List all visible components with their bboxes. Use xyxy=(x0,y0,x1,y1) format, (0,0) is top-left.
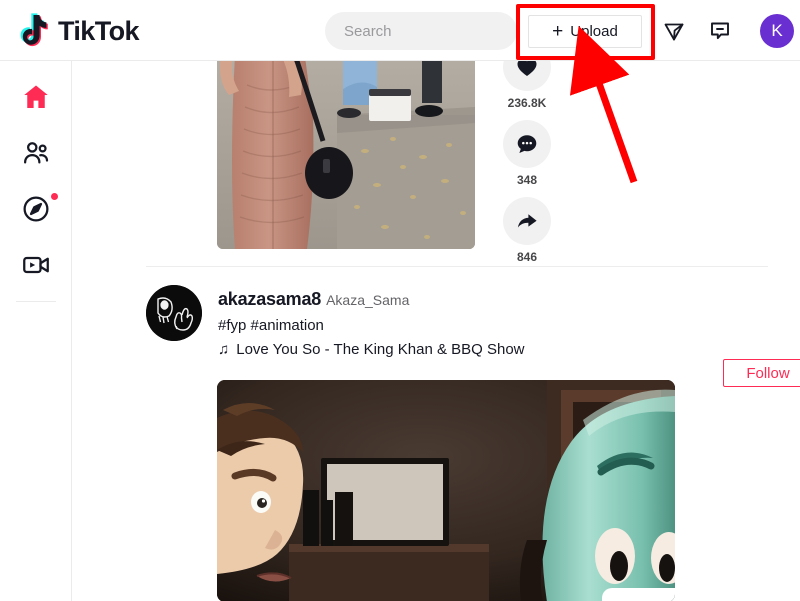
sidebar-item-for-you[interactable] xyxy=(0,73,72,121)
home-icon xyxy=(24,85,48,108)
post-caption[interactable]: #fyp #animation xyxy=(218,317,525,334)
user-avatar[interactable]: K xyxy=(760,14,794,48)
tiktok-web-app: TikTok + Upload K xyxy=(0,0,800,601)
like-action[interactable]: 236.8K xyxy=(497,61,557,110)
upload-button[interactable]: + Upload xyxy=(528,15,642,48)
post-1-actions: 236.8K 348 846 xyxy=(497,61,557,274)
tiktok-note-icon xyxy=(18,13,52,49)
compass-icon xyxy=(23,196,49,222)
plus-icon: + xyxy=(552,21,564,42)
follow-button[interactable]: Follow xyxy=(723,359,800,387)
upload-button-label: Upload xyxy=(570,23,618,40)
sidebar-item-explore[interactable] xyxy=(0,185,72,233)
message-icon[interactable] xyxy=(705,16,735,46)
post-music-row[interactable]: ♫ Love You So - The King Khan & BBQ Show xyxy=(218,341,525,358)
tiktok-logo-text: TikTok xyxy=(58,16,140,46)
people-icon xyxy=(24,142,49,164)
video-control-bar[interactable] xyxy=(602,588,675,601)
video-thumbnail-post-2[interactable] xyxy=(217,380,675,601)
comment-action[interactable]: 348 xyxy=(497,120,557,187)
share-icon[interactable] xyxy=(503,197,551,245)
feed-scrollbar[interactable] xyxy=(794,122,800,601)
post-divider xyxy=(146,266,768,267)
top-header: TikTok + Upload K xyxy=(0,0,800,61)
post-text-block: akazasama8 Akaza_Sama #fyp #animation ♫ L… xyxy=(218,289,525,358)
search-bar[interactable] xyxy=(325,12,517,50)
sidebar-item-following[interactable] xyxy=(0,129,72,177)
left-sidebar xyxy=(0,61,72,601)
live-video-icon xyxy=(23,256,49,274)
send-icon[interactable] xyxy=(659,16,689,46)
post-display-name: Akaza_Sama xyxy=(326,292,410,308)
share-action[interactable]: 846 xyxy=(497,197,557,264)
search-input[interactable] xyxy=(325,22,495,40)
tiktok-logo[interactable]: TikTok xyxy=(18,13,140,49)
heart-icon[interactable] xyxy=(503,61,551,91)
video-thumbnail-post-1[interactable] xyxy=(217,61,475,249)
like-count: 236.8K xyxy=(507,96,547,110)
comment-count: 348 xyxy=(516,173,538,187)
video-feed: 236.8K 348 846 akazasama8 Akaza_Sama #fy… xyxy=(72,61,800,601)
comment-icon[interactable] xyxy=(503,120,551,168)
sidebar-divider xyxy=(16,301,56,302)
post-username[interactable]: akazasama8 xyxy=(218,289,321,309)
post-music-title: Love You So - The King Khan & BBQ Show xyxy=(236,341,525,358)
post-author-line: akazasama8 Akaza_Sama xyxy=(218,289,525,310)
explore-badge-dot xyxy=(51,193,58,200)
sidebar-item-live[interactable] xyxy=(0,241,72,289)
share-count: 846 xyxy=(516,250,538,264)
post-author-avatar[interactable] xyxy=(146,285,202,341)
follow-button-label: Follow xyxy=(746,364,790,382)
avatar-initial: K xyxy=(771,21,783,40)
music-note-icon: ♫ xyxy=(218,341,230,358)
